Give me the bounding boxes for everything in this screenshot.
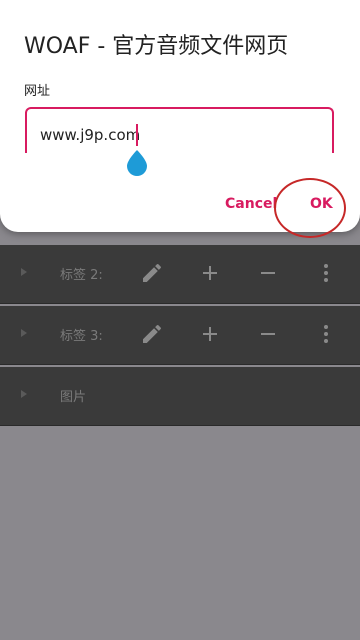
cancel-button[interactable]: Cancel [225,196,277,212]
plus-icon[interactable] [198,261,222,285]
text-caret [136,124,138,146]
list-item[interactable]: 标签 3: [0,306,360,365]
list-item[interactable]: 标签 2: [0,245,360,304]
list-item[interactable]: 图片 [0,367,360,426]
ok-button[interactable]: OK [310,196,333,212]
play-icon[interactable] [21,390,27,398]
list-item-label: 图片 [60,390,87,405]
cursor-handle-icon[interactable] [127,150,147,176]
pencil-icon[interactable] [140,261,164,285]
minus-icon[interactable] [256,261,280,285]
url-field-label: 网址 [24,84,51,99]
pencil-icon[interactable] [140,322,164,346]
url-dialog: WOAF - 官方音频文件网页 网址 www.j9p.com Cancel OK [0,0,360,238]
list-item-label: 标签 3: [60,329,103,344]
more-vert-icon[interactable] [314,322,338,346]
list-item-label: 标签 2: [60,268,103,283]
url-input-value[interactable]: www.j9p.com [40,126,140,144]
plus-icon[interactable] [198,322,222,346]
more-vert-icon[interactable] [314,261,338,285]
minus-icon[interactable] [256,322,280,346]
play-icon[interactable] [21,329,27,337]
play-icon[interactable] [21,268,27,276]
dialog-title: WOAF - 官方音频文件网页 [24,34,289,59]
